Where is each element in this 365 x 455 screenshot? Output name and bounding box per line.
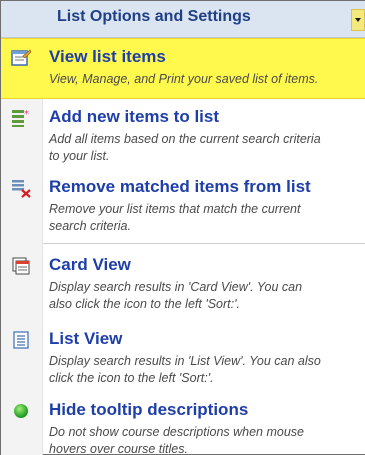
menu-item-description: Add all items based on the current searc… <box>49 132 321 163</box>
menu-item-card-view[interactable]: Card View Display search results in 'Car… <box>1 247 365 317</box>
green-dot-icon <box>10 400 32 422</box>
menu-item-list-view[interactable]: List View Display search results in 'Lis… <box>1 321 365 389</box>
menu-item-label: Hide tooltip descriptions <box>49 400 249 419</box>
list-options-menu: List Options and Settings View list item… <box>0 0 365 455</box>
dropdown-arrow-icon[interactable] <box>351 9 365 31</box>
menu-separator <box>43 243 365 244</box>
menu-item-description: View, Manage, and Print your saved list … <box>49 72 319 86</box>
remove-items-icon <box>10 177 32 199</box>
menu-item-add-new-items[interactable]: * Add new items to list Add all items ba… <box>1 99 365 166</box>
view-list-icon <box>10 47 32 69</box>
menu-item-label: Card View <box>49 255 131 274</box>
list-view-icon <box>10 329 32 351</box>
menu-item-remove-matched-items[interactable]: Remove matched items from list Remove yo… <box>1 169 365 240</box>
menu-title: List Options and Settings <box>57 8 251 25</box>
menu-item-description: Display search results in 'List View'. Y… <box>49 354 321 385</box>
card-view-icon <box>10 255 32 277</box>
menu-item-description: Remove your list items that match the cu… <box>49 202 301 233</box>
menu-item-view-list-items[interactable]: View list items View, Manage, and Print … <box>1 38 365 99</box>
menu-item-hide-tooltip-descriptions[interactable]: Hide tooltip descriptions Do not show co… <box>1 392 365 455</box>
svg-text:*: * <box>24 109 29 120</box>
menu-header: List Options and Settings <box>1 1 365 38</box>
menu-item-label: Remove matched items from list <box>49 177 311 196</box>
menu-item-label: List View <box>49 329 123 348</box>
menu-item-description: Display search results in 'Card View'. Y… <box>49 280 303 311</box>
menu-item-label: Add new items to list <box>49 107 220 126</box>
menu-item-label: View list items <box>49 47 166 66</box>
menu-item-description: Do not show course descriptions when mou… <box>49 425 304 455</box>
add-items-icon: * <box>10 107 32 129</box>
